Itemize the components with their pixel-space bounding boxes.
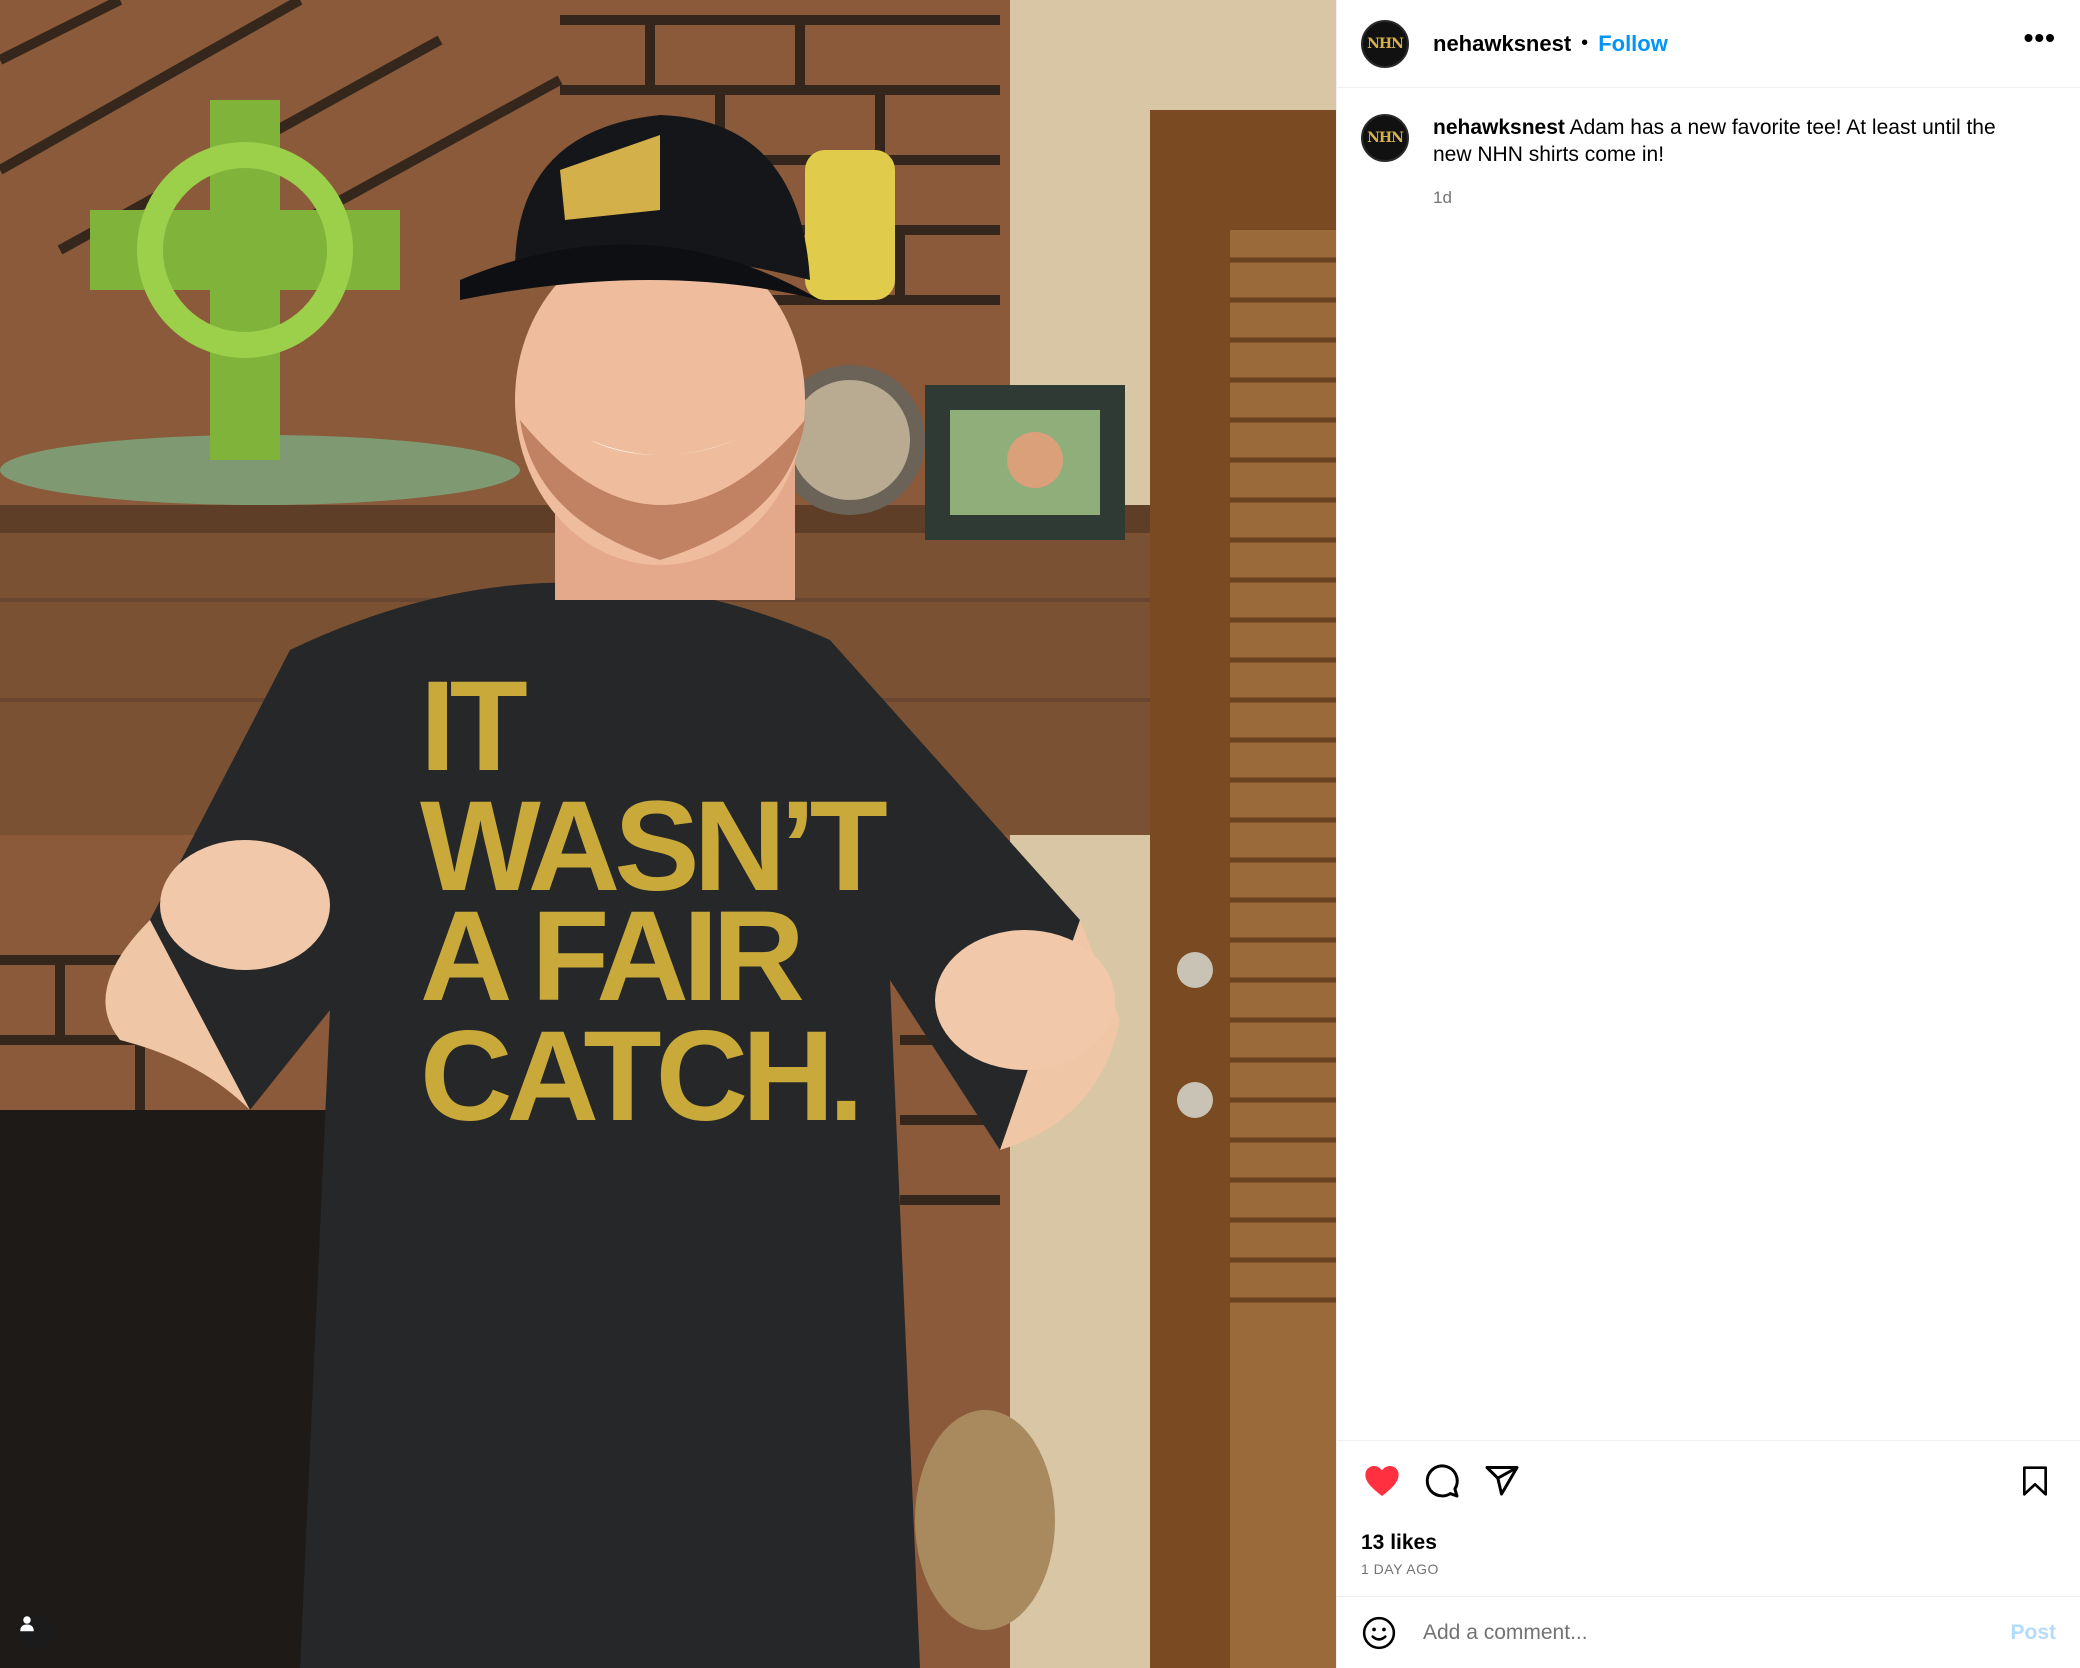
emoji-icon: [1362, 1616, 1396, 1649]
comment-icon: [1425, 1464, 1459, 1498]
user-tag-icon: [20, 1616, 34, 1632]
likes-count[interactable]: 13 likes: [1361, 1531, 2056, 1555]
heart-filled-icon: [1365, 1465, 1399, 1497]
post-comment-button[interactable]: Post: [2010, 1621, 2056, 1645]
tagged-users-button[interactable]: [18, 1614, 54, 1650]
caption: NHN nehawksnest Adam has a new favorite …: [1361, 114, 2056, 211]
save-button[interactable]: [2014, 1460, 2056, 1502]
bookmark-icon: [2023, 1466, 2047, 1496]
caption-body: nehawksnest Adam has a new favorite tee!…: [1433, 114, 2033, 211]
caption-timestamp[interactable]: 1d: [1433, 184, 2033, 211]
post-side-panel: NHN nehawksnest • Follow ••• NHN nehawks…: [1336, 0, 2080, 1668]
emoji-button[interactable]: [1361, 1615, 1397, 1651]
comments-area: NHN nehawksnest Adam has a new favorite …: [1337, 88, 2080, 1440]
share-icon: [1485, 1466, 1519, 1496]
caption-username[interactable]: nehawksnest: [1433, 116, 1565, 139]
header-username[interactable]: nehawksnest: [1433, 31, 1571, 57]
action-bar: [1361, 1459, 2056, 1503]
post-header: NHN nehawksnest • Follow •••: [1337, 0, 2080, 88]
actions-section: 13 likes 1 DAY AGO: [1337, 1440, 2080, 1596]
header-separator: •: [1581, 32, 1589, 54]
comment-button[interactable]: [1421, 1460, 1463, 1502]
follow-button[interactable]: Follow: [1598, 31, 1668, 57]
more-options-button[interactable]: •••: [2018, 23, 2062, 64]
post-time-ago[interactable]: 1 DAY AGO: [1361, 1561, 2056, 1577]
like-button[interactable]: [1361, 1460, 1403, 1502]
shirt-line-4: CATCH.: [420, 1005, 858, 1148]
share-button[interactable]: [1481, 1460, 1523, 1502]
caption-avatar[interactable]: NHN: [1361, 114, 1409, 162]
avatar-logo: NHN: [1367, 35, 1404, 52]
add-comment-bar: Post: [1337, 1596, 2080, 1668]
instagram-post-modal: IT WASN’T A FAIR CATCH. NHN nehawksnest …: [0, 0, 2080, 1668]
post-photo[interactable]: IT WASN’T A FAIR CATCH.: [0, 0, 1336, 1668]
photo-illustration: IT WASN’T A FAIR CATCH.: [0, 0, 1336, 1668]
comment-input[interactable]: [1421, 1619, 2011, 1646]
avatar[interactable]: NHN: [1361, 19, 1409, 68]
avatar-logo: NHN: [1367, 130, 1404, 146]
